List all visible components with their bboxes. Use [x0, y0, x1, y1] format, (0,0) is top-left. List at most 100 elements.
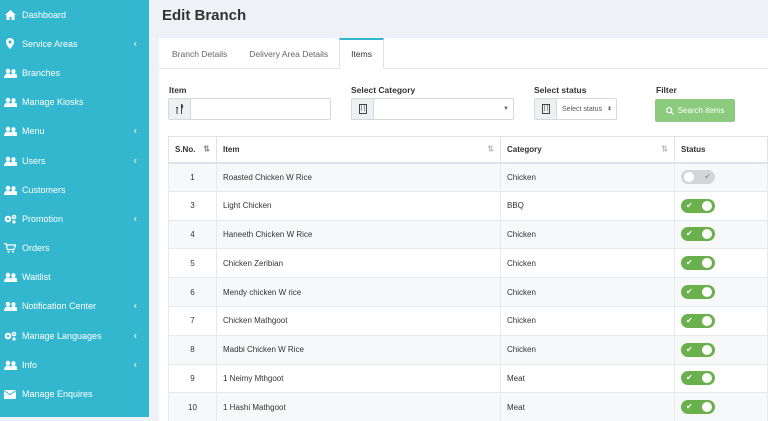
table-row: 6 Mendy chicken W rice Chicken ✔: [168, 277, 768, 307]
cell-item: Roasted Chicken W Rice: [216, 162, 501, 192]
toggle-knob: [702, 258, 712, 269]
cell-sno: 8: [168, 334, 217, 365]
status-toggle[interactable]: ✔: [681, 256, 715, 271]
envelope-icon: [3, 388, 17, 400]
cell-category: Chicken: [500, 162, 675, 192]
users-icon: [3, 125, 17, 137]
col-category[interactable]: Category ⇅: [500, 136, 675, 164]
sidebar-item-orders[interactable]: Orders: [0, 234, 149, 263]
toggle-knob: [702, 402, 712, 413]
check-icon: ✔: [686, 344, 693, 354]
sidebar-item-dashboard[interactable]: Dashboard: [0, 0, 149, 29]
sidebar-item-menu[interactable]: Menu ‹: [0, 117, 149, 146]
chevron-left-icon: ‹: [133, 38, 137, 50]
sidebar-item-label: Waitlist: [22, 272, 51, 283]
cell-status: ✔: [674, 392, 768, 421]
cell-sno: 3: [168, 190, 217, 221]
tab-delivery-area-details[interactable]: Delivery Area Details: [238, 38, 339, 69]
cell-item: 1 Hashi Mathgoot: [216, 392, 501, 421]
sort-icon: ⇅: [203, 144, 210, 154]
item-label: Item: [169, 85, 187, 95]
cell-sno: 7: [168, 305, 217, 336]
category-label: Select Category: [351, 85, 416, 95]
gears-icon: [3, 330, 17, 342]
gears-icon: [3, 213, 17, 225]
status-toggle[interactable]: ✔: [681, 170, 715, 185]
sidebar-nav: Dashboard Service Areas ‹ Branches Manage Ki…: [0, 0, 149, 409]
status-toggle[interactable]: ✔: [681, 342, 715, 357]
table-row: 10 1 Hashi Mathgoot Meat ✔: [168, 392, 768, 421]
building-icon: [352, 99, 374, 119]
status-toggle[interactable]: ✔: [681, 198, 715, 213]
sidebar: Dashboard Service Areas ‹ Branches Manage Ki…: [0, 0, 149, 421]
sidebar-item-label: Customers: [22, 184, 66, 195]
cell-status: ✔: [674, 248, 768, 279]
sidebar-item-label: Manage Languages: [22, 330, 102, 341]
cell-status: ✔: [674, 219, 768, 250]
items-table: S.No. ⇅ Item ⇅ Category ⇅ Status 1 Roasted C…: [168, 136, 768, 421]
sidebar-item-service-areas[interactable]: Service Areas ‹: [0, 29, 149, 58]
category-select[interactable]: ▼: [374, 99, 513, 119]
users-icon: [3, 155, 17, 167]
chevron-left-icon: ‹: [133, 300, 137, 312]
sidebar-item-promotion[interactable]: Promotion ‹: [0, 204, 149, 233]
sidebar-item-manage-enquires[interactable]: Manage Enquires: [0, 379, 149, 408]
sidebar-item-branches[interactable]: Branches: [0, 58, 149, 87]
cell-status: ✔: [674, 305, 768, 336]
page-title: Edit Branch: [162, 7, 247, 24]
cart-icon: [3, 242, 17, 254]
status-select[interactable]: Select status ⬍: [557, 99, 616, 119]
tab-branch-details[interactable]: Branch Details: [161, 38, 238, 69]
cell-status: ✔: [674, 162, 768, 192]
item-search-input[interactable]: [191, 99, 330, 119]
check-icon: ✔: [686, 258, 693, 268]
updown-caret-icon: ⬍: [606, 106, 612, 113]
users-icon: [3, 300, 17, 312]
search-items-button[interactable]: Search items: [655, 99, 735, 122]
sidebar-item-label: Orders: [22, 243, 50, 254]
chevron-left-icon: ‹: [133, 125, 137, 137]
sidebar-item-notification-center[interactable]: Notification Center ‹: [0, 292, 149, 321]
sidebar-item-label: Promotion: [22, 213, 64, 224]
table-body: 1 Roasted Chicken W Rice Chicken ✔ 3 Light Ch…: [168, 162, 768, 421]
users-icon: [3, 271, 17, 283]
status-toggle[interactable]: ✔: [681, 371, 715, 386]
sidebar-item-manage-languages[interactable]: Manage Languages ‹: [0, 321, 149, 350]
sidebar-item-customers[interactable]: Customers: [0, 175, 149, 204]
caret-down-icon: ▼: [503, 106, 509, 112]
cell-category: Chicken: [500, 277, 675, 307]
table-row: 8 Madbi Chicken W Rice Chicken ✔: [168, 334, 768, 365]
check-icon: ✔: [686, 315, 693, 325]
cell-item: Mendy chicken W rice: [216, 277, 501, 307]
sidebar-item-label: Branches: [22, 67, 61, 78]
utensils-icon: [169, 99, 191, 119]
sidebar-item-label: Dashboard: [22, 9, 67, 20]
status-toggle[interactable]: ✔: [681, 313, 715, 328]
col-sno[interactable]: S.No. ⇅: [168, 136, 217, 164]
home-icon: [3, 9, 17, 21]
sidebar-item-info[interactable]: Info ‹: [0, 350, 149, 379]
status-toggle[interactable]: ✔: [681, 227, 715, 242]
sidebar-item-manage-kiosks[interactable]: Manage Kiosks: [0, 88, 149, 117]
status-toggle[interactable]: ✔: [681, 285, 715, 300]
check-icon: ✔: [686, 200, 693, 210]
toggle-knob: [702, 315, 712, 326]
sidebar-item-label: Menu: [22, 126, 45, 137]
table-row: 4 Haneeth Chicken W Rice Chicken ✔: [168, 219, 768, 250]
status-toggle[interactable]: ✔: [681, 400, 715, 415]
cell-category: Chicken: [500, 305, 675, 336]
cell-category: Chicken: [500, 334, 675, 365]
toggle-knob: [702, 287, 712, 298]
sidebar-item-label: Users: [22, 155, 46, 166]
sidebar-item-users[interactable]: Users ‹: [0, 146, 149, 175]
edit-branch-panel: Branch Details Delivery Area Details Ite…: [159, 38, 768, 421]
sidebar-item-waitlist[interactable]: Waitlist: [0, 263, 149, 292]
col-item[interactable]: Item ⇅: [216, 136, 501, 164]
check-icon: ✔: [686, 287, 693, 297]
cell-status: ✔: [674, 277, 768, 307]
tab-items[interactable]: Items: [339, 38, 384, 69]
item-input-group: [168, 98, 331, 120]
table-row: 3 Light Chicken BBQ ✔: [168, 190, 768, 221]
building-icon: [535, 99, 557, 119]
cell-status: ✔: [674, 190, 768, 221]
